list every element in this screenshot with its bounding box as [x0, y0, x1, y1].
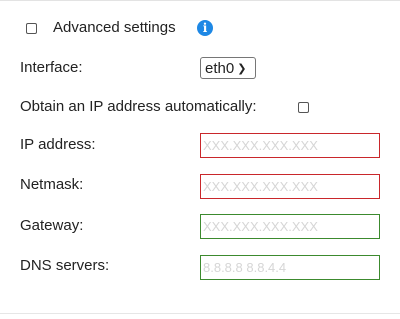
- info-icon[interactable]: i: [197, 20, 213, 36]
- advanced-settings-checkbox[interactable]: [26, 23, 37, 34]
- dhcp-checkbox[interactable]: [298, 102, 309, 113]
- interface-label: Interface:: [20, 59, 83, 76]
- dns-servers-input[interactable]: [200, 255, 380, 280]
- ip-address-input[interactable]: [200, 133, 380, 158]
- advanced-settings-label: Advanced settings: [53, 19, 176, 36]
- netmask-input[interactable]: [200, 174, 380, 199]
- ip-address-label: IP address:: [20, 136, 96, 153]
- gateway-label: Gateway:: [20, 217, 84, 234]
- interface-select[interactable]: eth0 ❯: [200, 57, 256, 79]
- dns-servers-label: DNS servers:: [20, 257, 110, 274]
- top-divider: [0, 0, 400, 1]
- gateway-input[interactable]: [200, 214, 380, 239]
- dhcp-label: Obtain an IP address automatically:: [20, 98, 257, 115]
- bottom-divider: [0, 313, 400, 314]
- interface-select-value: eth0: [205, 59, 235, 77]
- chevron-down-icon: ❯: [237, 62, 247, 75]
- netmask-label: Netmask:: [20, 176, 84, 193]
